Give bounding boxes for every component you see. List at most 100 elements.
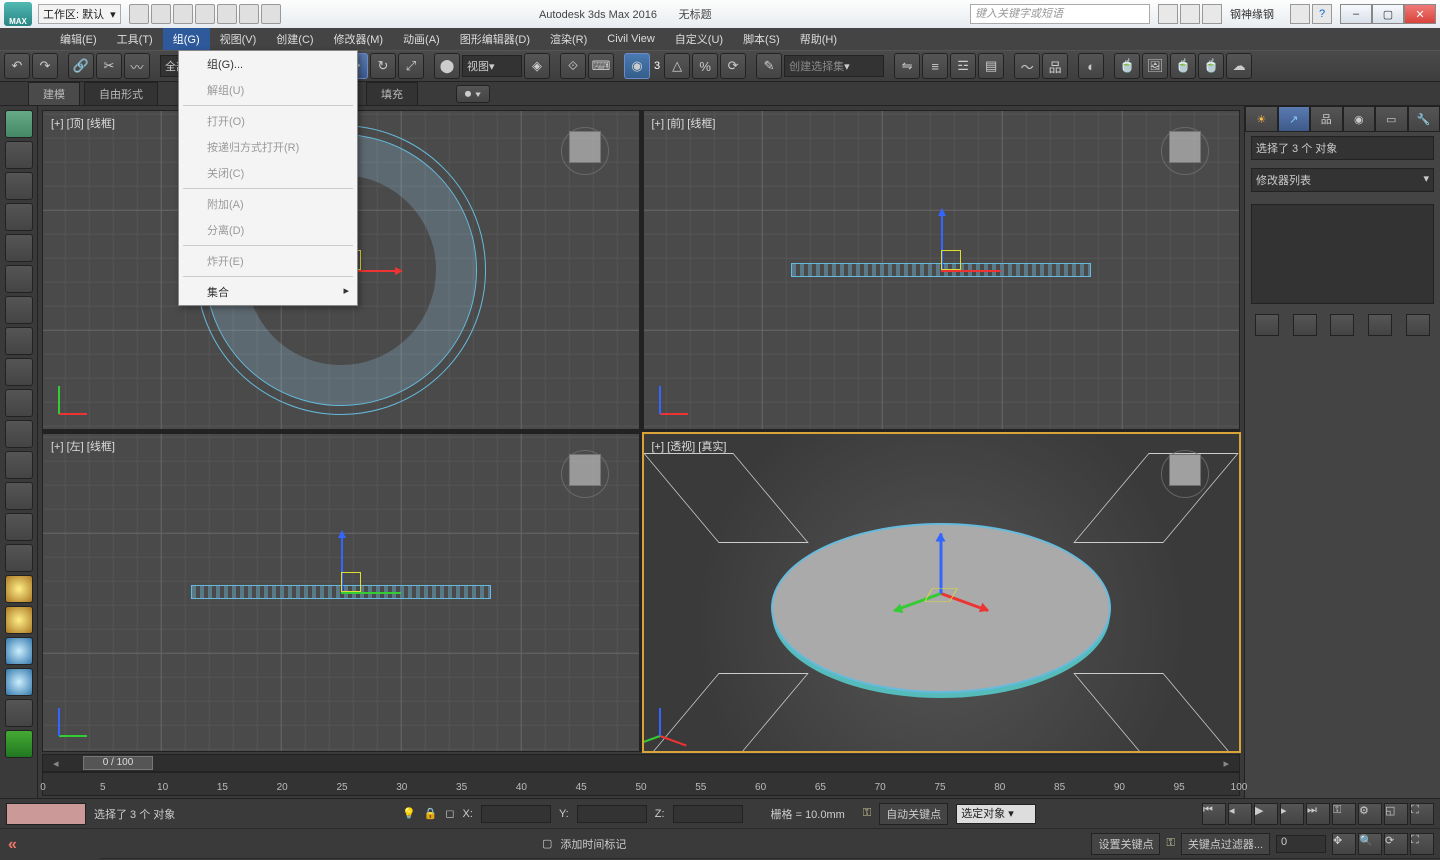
render-iterative-button[interactable]: 🍵	[1198, 53, 1224, 79]
maximize-button[interactable]: ▢	[1372, 4, 1404, 24]
qat-open-icon[interactable]	[151, 4, 171, 24]
menuitem-group[interactable]: 组(G)...	[179, 51, 357, 77]
utilities-icon[interactable]	[5, 699, 33, 727]
add-time-tag[interactable]: 添加时间标记	[560, 836, 626, 852]
systems-icon[interactable]	[5, 544, 33, 572]
close-button[interactable]: ✕	[1404, 4, 1436, 24]
gizmo-xz-plane[interactable]	[941, 250, 961, 270]
viewport-front[interactable]: [+] [前] [线框]	[643, 110, 1241, 430]
tab-hierarchy-icon[interactable]: 品	[1310, 106, 1343, 132]
modifier-stack[interactable]	[1251, 204, 1434, 304]
current-frame-field[interactable]: 0	[1276, 835, 1326, 853]
align-button[interactable]: ≡	[922, 53, 948, 79]
ribbon-tab-modeling[interactable]: 建模	[28, 82, 80, 106]
ribbon-toggle-icon[interactable]: ⏺ ▾	[456, 85, 490, 103]
key-icon[interactable]: ⚿	[863, 807, 871, 820]
menuitem-explode[interactable]: 炸开(E)	[179, 248, 357, 274]
tab-create-icon[interactable]: ☀	[1245, 106, 1278, 132]
layers-button[interactable]: ☲	[950, 53, 976, 79]
modifier-list-dropdown[interactable]: 修改器列表▾	[1251, 168, 1434, 192]
render-setup-button[interactable]: 🍵	[1114, 53, 1140, 79]
lock-selection-icon[interactable]: 🔒	[424, 807, 438, 820]
gizmo-z-axis[interactable]	[940, 534, 943, 594]
keymode-selector[interactable]: 选定对象 ▾	[956, 804, 1036, 824]
dynamics-icon[interactable]	[5, 327, 33, 355]
curve-editor-button[interactable]: 〜	[1014, 53, 1040, 79]
menuitem-detach[interactable]: 分离(D)	[179, 217, 357, 243]
prev-frame-button[interactable]: ◂	[1228, 803, 1252, 825]
app-logo[interactable]: MAX	[4, 2, 32, 26]
unlink-button[interactable]: ✂	[96, 53, 122, 79]
mirror-button[interactable]: ⇋	[894, 53, 920, 79]
viewport-nav1-button[interactable]: ◱	[1384, 803, 1408, 825]
angle-snap-button[interactable]: △	[664, 53, 690, 79]
menu-civilview[interactable]: Civil View	[597, 28, 664, 50]
minimize-button[interactable]: –	[1340, 4, 1372, 24]
qat-link-icon[interactable]	[239, 4, 259, 24]
menuitem-ungroup[interactable]: 解组(U)	[179, 77, 357, 103]
gizmo-yz-plane[interactable]	[341, 572, 361, 592]
next-frame-button[interactable]: ▸	[1280, 803, 1304, 825]
menu-render[interactable]: 渲染(R)	[540, 28, 597, 50]
gizmo-x-axis[interactable]	[941, 270, 1001, 272]
menuitem-open-recursive[interactable]: 按递归方式打开(R)	[179, 134, 357, 160]
qat-redo-icon[interactable]	[217, 4, 237, 24]
goto-end-button[interactable]: ⏭	[1306, 803, 1330, 825]
menuitem-open[interactable]: 打开(O)	[179, 108, 357, 134]
tab-display-icon[interactable]: ▭	[1375, 106, 1408, 132]
viewport-left[interactable]: [+] [左] [线框]	[42, 433, 640, 753]
nav-zoom-button[interactable]: 🔍	[1358, 833, 1382, 855]
remove-modifier-button[interactable]	[1368, 314, 1392, 336]
spinner-snap-button[interactable]: ⟳	[720, 53, 746, 79]
setkey-icon[interactable]: ⚿	[1166, 837, 1174, 850]
menu-edit[interactable]: 编辑(E)	[50, 28, 107, 50]
menu-view[interactable]: 视图(V)	[210, 28, 267, 50]
menuitem-close[interactable]: 关闭(C)	[179, 160, 357, 186]
percent-snap-button[interactable]: %	[692, 53, 718, 79]
select-scale-button[interactable]: ⤢	[398, 53, 424, 79]
teapot-preset-icon[interactable]	[5, 110, 33, 138]
select-manipulate-button[interactable]: ⟐	[560, 53, 586, 79]
bind-spacewarp-button[interactable]: 〰	[124, 53, 150, 79]
y-coord-field[interactable]	[577, 805, 647, 823]
nav-maximize-button[interactable]: ⛶	[1410, 833, 1434, 855]
menu-create[interactable]: 创建(C)	[266, 28, 323, 50]
show-end-result-button[interactable]	[1293, 314, 1317, 336]
edit-named-sets-button[interactable]: ✎	[756, 53, 782, 79]
selection-name-field[interactable]: 选择了 3 个 对象	[1251, 136, 1434, 160]
menu-tools[interactable]: 工具(T)	[107, 28, 163, 50]
foliage-icon[interactable]	[5, 730, 33, 758]
rendered-frame-button[interactable]: 🖼	[1142, 53, 1168, 79]
menu-customize[interactable]: 自定义(U)	[665, 28, 733, 50]
qat-save-icon[interactable]	[173, 4, 193, 24]
help-icon[interactable]: ?	[1312, 4, 1332, 24]
search-input[interactable]: 键入关键字或短语	[970, 4, 1150, 24]
qat-more-icon[interactable]	[261, 4, 281, 24]
viewcube[interactable]	[1155, 121, 1215, 181]
particles-icon[interactable]	[5, 234, 33, 262]
exchange-icon[interactable]	[1290, 4, 1310, 24]
light-omni2-icon[interactable]	[5, 606, 33, 634]
nurbs-icon[interactable]	[5, 296, 33, 324]
autokey-button[interactable]: 自动关键点	[879, 803, 948, 825]
lock-icon[interactable]: 💡	[402, 807, 416, 820]
track-bar[interactable]: 0510152025303540455055606570758085909510…	[42, 772, 1240, 796]
compound-icon[interactable]	[5, 203, 33, 231]
x-coord-field[interactable]	[481, 805, 551, 823]
viewport-nav2-button[interactable]: ⛶	[1410, 803, 1434, 825]
menu-grapheditors[interactable]: 图形编辑器(D)	[450, 28, 540, 50]
light-spot2-icon[interactable]	[5, 668, 33, 696]
reference-coord-system[interactable]: 视图 ▾	[462, 55, 522, 77]
gizmo-y-axis[interactable]	[341, 592, 401, 594]
standard-primitives-icon[interactable]	[5, 141, 33, 169]
toggle-ribbon-button[interactable]: ▤	[978, 53, 1004, 79]
search-icon[interactable]	[1158, 4, 1178, 24]
keyfilters-button[interactable]: 关键点过滤器...	[1181, 833, 1270, 855]
menu-animation[interactable]: 动画(A)	[393, 28, 450, 50]
pin-stack-button[interactable]	[1255, 314, 1279, 336]
render-in-cloud-button[interactable]: ☁	[1226, 53, 1252, 79]
workspace-selector[interactable]: 工作区: 默认 ▾	[38, 4, 121, 24]
undo-button[interactable]: ↶	[4, 53, 30, 79]
menuitem-assembly[interactable]: 集合▸	[179, 279, 357, 305]
viewport-label[interactable]: [+] [透视] [真实]	[652, 438, 727, 454]
